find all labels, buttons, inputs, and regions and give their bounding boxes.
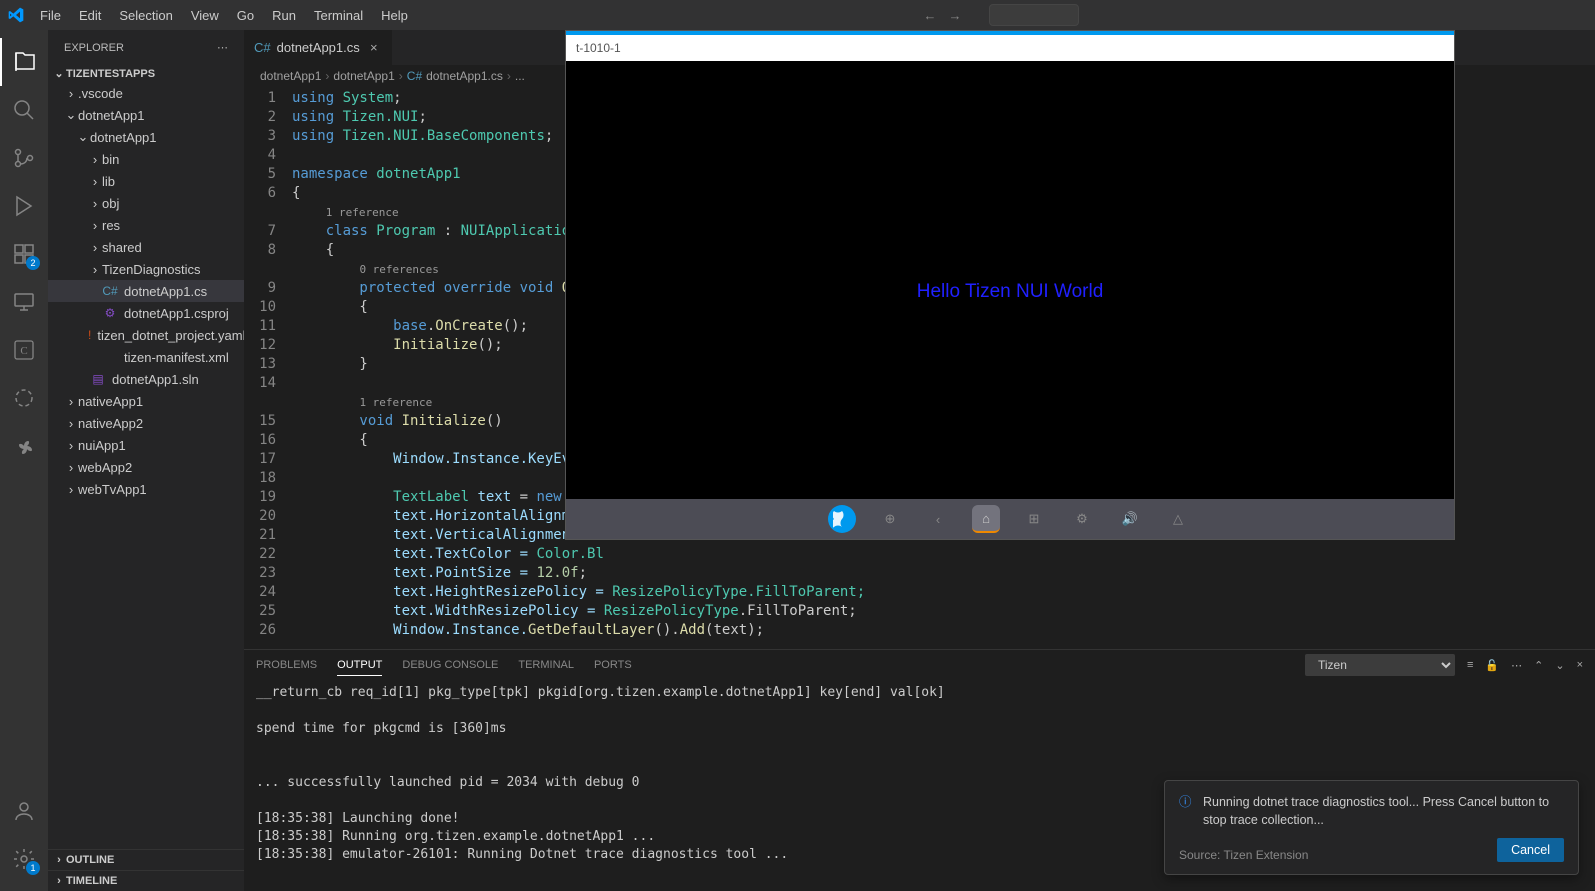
- panel-maximize-icon[interactable]: ⌃: [1534, 659, 1543, 672]
- tree-item-dotnetapp1-sln[interactable]: ▤dotnetApp1.sln: [48, 368, 244, 390]
- explorer-sidebar: EXPLORER ⋯ ⌄TIZENTESTAPPS ›.vscode⌄dotne…: [48, 30, 244, 891]
- nav-forward-icon[interactable]: →: [948, 8, 961, 23]
- tree-item-dotnetapp1[interactable]: ⌄dotnetApp1: [48, 104, 244, 126]
- notification-message: Running dotnet trace diagnostics tool...…: [1203, 793, 1564, 831]
- cancel-button[interactable]: Cancel: [1497, 838, 1564, 862]
- timeline-section[interactable]: ›TIMELINE: [48, 870, 244, 891]
- title-bar: File Edit Selection View Go Run Terminal…: [0, 0, 1595, 30]
- taskbar-apps-icon[interactable]: ⊞: [1020, 505, 1048, 533]
- activity-explorer[interactable]: [0, 38, 48, 86]
- emulator-screen: Hello Tizen NUI World ⊕ ‹ ⌂ ⊞ ⚙ 🔊 △: [566, 61, 1454, 539]
- csharp-file-icon: C#: [254, 40, 271, 55]
- emulator-taskbar: ⊕ ‹ ⌂ ⊞ ⚙ 🔊 △: [566, 499, 1454, 539]
- nav-back-icon[interactable]: ←: [923, 8, 936, 23]
- panel-collapse-icon[interactable]: ⌄: [1555, 659, 1564, 672]
- tree-item-dotnetapp1-csproj[interactable]: ⚙dotnetApp1.csproj: [48, 302, 244, 324]
- panel-tab-debug[interactable]: DEBUG CONSOLE: [402, 655, 498, 675]
- menu-file[interactable]: File: [32, 4, 69, 27]
- menu-edit[interactable]: Edit: [71, 4, 109, 27]
- activity-settings[interactable]: 1: [0, 835, 48, 883]
- outline-section[interactable]: ›OUTLINE: [48, 849, 244, 870]
- tree-item-dotnetapp1[interactable]: ⌄dotnetApp1: [48, 126, 244, 148]
- tree-item-res[interactable]: ›res: [48, 214, 244, 236]
- hello-label: Hello Tizen NUI World: [917, 281, 1104, 303]
- activity-tizen-fan[interactable]: [0, 422, 48, 470]
- tab-dotnetapp1[interactable]: C# dotnetApp1.cs ×: [244, 30, 393, 65]
- cs-icon: C#: [102, 283, 118, 299]
- activity-account[interactable]: [0, 787, 48, 835]
- taskbar-home-icon[interactable]: ⌂: [972, 505, 1000, 533]
- activity-tizen-c[interactable]: C: [0, 326, 48, 374]
- command-center[interactable]: [989, 4, 1079, 26]
- activity-extensions[interactable]: 2: [0, 230, 48, 278]
- extensions-badge: 2: [26, 256, 40, 270]
- nav-arrows: ← →: [923, 8, 961, 23]
- tree-item--vscode[interactable]: ›.vscode: [48, 82, 244, 104]
- panel-tab-problems[interactable]: PROBLEMS: [256, 655, 317, 675]
- menu-go[interactable]: Go: [229, 4, 262, 27]
- panel-filter-icon[interactable]: ≡: [1467, 659, 1473, 671]
- taskbar-notification-icon[interactable]: △: [1164, 505, 1192, 533]
- tree-item-dotnetapp1-cs[interactable]: C#dotnetApp1.cs: [48, 280, 244, 302]
- menu-selection[interactable]: Selection: [111, 4, 180, 27]
- notification-source: Source: Tizen Extension: [1179, 848, 1308, 862]
- menu-run[interactable]: Run: [264, 4, 304, 27]
- tree-item-nuiapp1[interactable]: ›nuiApp1: [48, 434, 244, 456]
- tizen-logo-icon[interactable]: [828, 505, 856, 533]
- menu-help[interactable]: Help: [373, 4, 416, 27]
- tree-item-obj[interactable]: ›obj: [48, 192, 244, 214]
- activity-run-debug[interactable]: [0, 182, 48, 230]
- taskbar-settings-icon[interactable]: ⚙: [1068, 505, 1096, 533]
- notification-toast: ⓘ Running dotnet trace diagnostics tool.…: [1164, 780, 1579, 876]
- panel-tab-output[interactable]: OUTPUT: [337, 655, 382, 676]
- svg-text:C: C: [20, 345, 27, 357]
- main-menu: File Edit Selection View Go Run Terminal…: [32, 4, 416, 27]
- taskbar-back-icon[interactable]: ‹: [924, 505, 952, 533]
- file-tree: ›.vscode⌄dotnetApp1⌄dotnetApp1›bin›lib›o…: [48, 82, 244, 849]
- explorer-more-icon[interactable]: ⋯: [217, 41, 228, 54]
- tree-item-nativeapp2[interactable]: ›nativeApp2: [48, 412, 244, 434]
- tree-item-webapp2[interactable]: ›webApp2: [48, 456, 244, 478]
- panel-close-icon[interactable]: ×: [1577, 659, 1583, 671]
- yaml-icon: !: [88, 327, 91, 343]
- output-channel-select[interactable]: Tizen: [1305, 654, 1455, 676]
- project-root[interactable]: ⌄TIZENTESTAPPS: [48, 65, 244, 82]
- tab-close-icon[interactable]: ×: [366, 40, 382, 55]
- vscode-logo-icon: [8, 7, 24, 23]
- activity-search[interactable]: [0, 86, 48, 134]
- panel-tab-terminal[interactable]: TERMINAL: [518, 655, 574, 675]
- panel-lock-icon[interactable]: 🔓: [1485, 659, 1499, 672]
- info-icon: ⓘ: [1179, 793, 1195, 831]
- tree-item-bin[interactable]: ›bin: [48, 148, 244, 170]
- csproj-icon: ⚙: [102, 305, 118, 321]
- panel-more-icon[interactable]: ⋯: [1511, 659, 1522, 672]
- activity-remote[interactable]: [0, 278, 48, 326]
- tree-item-shared[interactable]: ›shared: [48, 236, 244, 258]
- activity-bar: 2 C 1: [0, 30, 48, 891]
- tree-item-tizendiagnostics[interactable]: ›TizenDiagnostics: [48, 258, 244, 280]
- tree-item-tizen_dotnet_project-yaml[interactable]: !tizen_dotnet_project.yaml: [48, 324, 244, 346]
- taskbar-add-icon[interactable]: ⊕: [876, 505, 904, 533]
- panel-tab-ports[interactable]: PORTS: [594, 655, 632, 675]
- emulator-title-bar[interactable]: t-1010-1: [566, 31, 1454, 61]
- sln-icon: ▤: [90, 371, 106, 387]
- activity-source-control[interactable]: [0, 134, 48, 182]
- activity-tizen-loading[interactable]: [0, 374, 48, 422]
- xml-icon: [102, 349, 118, 365]
- tree-item-nativeapp1[interactable]: ›nativeApp1: [48, 390, 244, 412]
- menu-view[interactable]: View: [183, 4, 227, 27]
- taskbar-volume-icon[interactable]: 🔊: [1116, 505, 1144, 533]
- tree-item-tizen-manifest-xml[interactable]: tizen-manifest.xml: [48, 346, 244, 368]
- tab-label: dotnetApp1.cs: [277, 40, 360, 55]
- tree-item-webtvapp1[interactable]: ›webTvApp1: [48, 478, 244, 500]
- tree-item-lib[interactable]: ›lib: [48, 170, 244, 192]
- emulator-window[interactable]: t-1010-1 Hello Tizen NUI World ⊕ ‹ ⌂ ⊞ ⚙…: [565, 30, 1455, 540]
- settings-badge: 1: [26, 861, 40, 875]
- explorer-title: EXPLORER: [64, 42, 124, 54]
- menu-terminal[interactable]: Terminal: [306, 4, 371, 27]
